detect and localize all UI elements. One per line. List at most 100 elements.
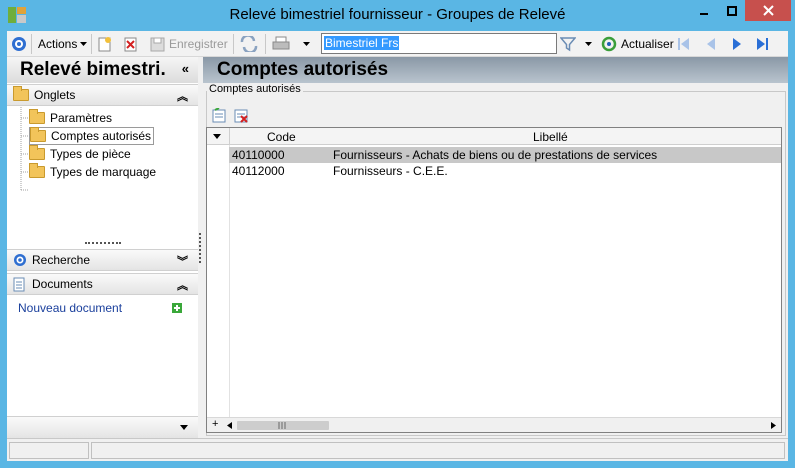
save-button[interactable]: Enregistrer xyxy=(150,34,228,54)
expand-icon[interactable]: + xyxy=(212,418,218,430)
close-button[interactable] xyxy=(745,0,791,21)
tabs-section-label: Onglets xyxy=(34,88,76,102)
documents-section-label: Documents xyxy=(32,277,93,291)
minimize-button[interactable] xyxy=(689,0,718,21)
toolbar: Actions Enregistrer Bimestriel Frs Actua… xyxy=(7,31,788,57)
chevron-down-icon[interactable]: ︾ xyxy=(177,253,188,269)
navigation-button[interactable] xyxy=(10,34,28,54)
actions-menu-button[interactable]: Actions xyxy=(38,34,88,54)
documents-section-header[interactable]: Documents ︽ xyxy=(7,273,198,295)
refresh-label: Actualiser xyxy=(621,37,674,51)
cell-label: Fournisseurs - C.E.E. xyxy=(333,164,448,178)
add-row-icon xyxy=(212,107,226,123)
main-content-panel: Comptes autorisés Comptes autorisés Code… xyxy=(203,57,788,438)
last-record-button[interactable] xyxy=(755,34,769,54)
open-folder-icon xyxy=(30,127,46,142)
sync-button[interactable] xyxy=(240,34,258,54)
add-icon[interactable] xyxy=(172,303,182,313)
cell-label: Fournisseurs - Achats de biens ou de pre… xyxy=(333,148,658,162)
left-panel-footer xyxy=(7,416,198,438)
toolbar-separator xyxy=(265,34,266,54)
status-bar xyxy=(7,438,788,461)
title-bar[interactable]: Relevé bimestriel fournisseur - Groupes … xyxy=(0,0,795,31)
folder-icon xyxy=(29,145,45,160)
new-document-icon xyxy=(98,37,111,52)
save-icon xyxy=(150,37,165,51)
splitter-grip xyxy=(199,233,201,263)
maximize-icon xyxy=(726,5,737,16)
left-navigation-panel: Relevé bimestri. « Onglets ︽ Paramètres … xyxy=(7,57,198,438)
target-icon xyxy=(12,37,26,51)
print-button[interactable] xyxy=(272,34,311,54)
delete-row-button[interactable] xyxy=(234,108,249,126)
chevron-up-icon[interactable]: ︽ xyxy=(177,88,188,104)
refresh-icon xyxy=(601,36,617,52)
record-search-input[interactable]: Bimestriel Frs xyxy=(321,33,557,54)
filter-button[interactable] xyxy=(560,34,593,54)
add-row-button[interactable] xyxy=(212,107,227,126)
folder-icon xyxy=(29,109,45,124)
tab-types-de-marquage[interactable]: Types de marquage xyxy=(29,163,156,181)
chevron-up-icon[interactable]: ︽ xyxy=(177,277,188,293)
toolbar-separator xyxy=(31,34,32,54)
first-record-button[interactable] xyxy=(677,34,691,54)
save-label: Enregistrer xyxy=(169,37,228,51)
column-header-libelle[interactable]: Libellé xyxy=(533,130,568,144)
delete-icon xyxy=(124,37,137,52)
cell-code: 40112000 xyxy=(232,164,285,178)
next-record-button[interactable] xyxy=(730,34,744,54)
grid-divider xyxy=(229,128,230,145)
table-row[interactable]: 40110000 Fournisseurs - Achats de biens … xyxy=(229,147,781,163)
group-box-label: Comptes autorisés xyxy=(207,83,303,95)
row-selector-divider xyxy=(229,145,230,432)
status-pane-2 xyxy=(91,442,785,459)
collapse-panel-icon[interactable]: « xyxy=(182,61,189,76)
window-title: Relevé bimestriel fournisseur - Groupes … xyxy=(229,6,566,23)
printer-icon xyxy=(272,36,290,50)
horizontal-scrollbar-thumb[interactable] xyxy=(237,421,329,430)
grid-header: Code Libellé xyxy=(207,128,781,145)
folder-icon xyxy=(13,86,29,101)
tab-parametres[interactable]: Paramètres xyxy=(29,109,112,127)
previous-record-button[interactable] xyxy=(704,34,718,54)
tab-types-de-piece[interactable]: Types de pièce xyxy=(29,145,131,163)
scroll-right-icon[interactable] xyxy=(771,422,776,429)
actions-label: Actions xyxy=(38,37,78,51)
dropdown-arrow-icon xyxy=(303,42,310,46)
tab-label: Types de pièce xyxy=(50,147,131,161)
close-icon xyxy=(762,5,774,16)
section-splitter-grip[interactable] xyxy=(85,242,121,244)
tab-label: Comptes autorisés xyxy=(51,129,152,143)
column-chooser-icon[interactable] xyxy=(213,134,221,139)
first-record-icon xyxy=(678,38,689,50)
grid-footer: + xyxy=(207,417,781,432)
search-section-header[interactable]: Recherche ︾ xyxy=(7,249,198,271)
refresh-button[interactable]: Actualiser xyxy=(601,34,674,54)
dropdown-arrow-icon xyxy=(80,42,88,46)
folder-icon xyxy=(29,163,45,178)
cell-code: 40110000 xyxy=(232,148,285,162)
maximize-button[interactable] xyxy=(718,0,745,21)
minimize-icon xyxy=(699,12,708,15)
accounts-grid[interactable]: Code Libellé 40110000 Fournisseurs - Ach… xyxy=(206,127,782,433)
status-pane-1 xyxy=(9,442,89,459)
tab-comptes-autorises[interactable]: Comptes autorisés xyxy=(29,127,155,145)
table-row[interactable]: 40112000 Fournisseurs - C.E.E. xyxy=(229,163,781,179)
left-panel-title: Relevé bimestri. « xyxy=(7,57,198,83)
tab-label: Paramètres xyxy=(50,111,113,125)
new-document-link[interactable]: Nouveau document xyxy=(18,301,122,315)
last-record-icon xyxy=(757,38,768,50)
sync-icon xyxy=(240,36,258,52)
delete-button[interactable] xyxy=(124,34,138,54)
search-target-icon xyxy=(14,254,26,266)
scroll-grip-icon xyxy=(278,422,286,429)
new-button[interactable] xyxy=(98,34,112,54)
column-header-code[interactable]: Code xyxy=(267,130,296,144)
chevron-down-icon[interactable] xyxy=(180,425,188,430)
scroll-left-icon[interactable] xyxy=(227,422,232,429)
toolbar-separator xyxy=(233,34,234,54)
tabs-section-header[interactable]: Onglets ︽ xyxy=(7,84,198,106)
record-input-value: Bimestriel Frs xyxy=(324,36,400,50)
next-icon xyxy=(733,38,741,50)
client-area: Actions Enregistrer Bimestriel Frs Actua… xyxy=(7,31,788,461)
